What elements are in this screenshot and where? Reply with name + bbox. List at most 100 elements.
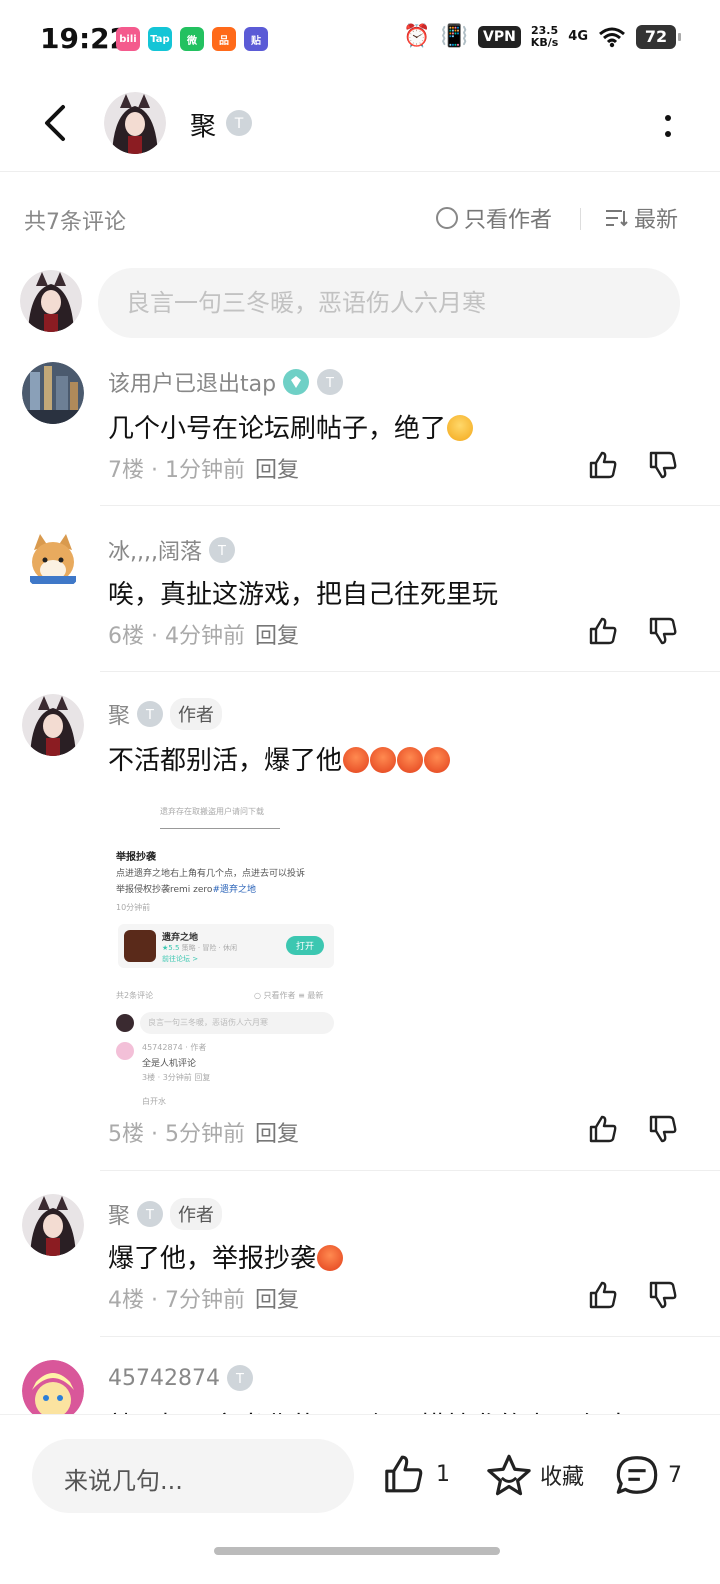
- avatar[interactable]: [22, 530, 84, 592]
- like-button[interactable]: [586, 1112, 620, 1146]
- avatar[interactable]: [22, 694, 84, 756]
- embedded-user: 45742874 · 作者: [142, 1043, 207, 1052]
- level-badge-icon: T: [317, 369, 344, 395]
- dislike-button[interactable]: [646, 448, 680, 482]
- star-icon: [487, 1454, 531, 1496]
- avatar[interactable]: [104, 92, 166, 154]
- emoji-icon: [447, 415, 474, 441]
- sort-button[interactable]: 最新: [604, 202, 678, 234]
- embedded-input: 良言一句三冬暖，恶语伤人六月寒: [140, 1012, 334, 1034]
- comment-text: 唉，真扯这游戏，把自己往死里玩: [108, 580, 499, 610]
- embedded-filter: ○ 只看作者 ≡ 最新: [254, 991, 324, 1000]
- vibrate-icon: 📳: [440, 24, 468, 49]
- dislike-button[interactable]: [646, 1278, 680, 1312]
- thumbs-down-icon: [649, 451, 677, 479]
- comment-count: 共7条评论: [24, 210, 126, 235]
- bottom-comment-input[interactable]: 来说几句...: [32, 1439, 354, 1513]
- thumbs-up-icon: [589, 617, 617, 645]
- svg-text:T: T: [217, 544, 226, 559]
- level-badge-icon: T: [208, 537, 235, 563]
- page-title: 聚: [190, 112, 217, 142]
- wechat-icon: 微: [180, 27, 204, 51]
- embedded-open-button: 打开: [285, 936, 324, 955]
- my-avatar: [20, 270, 82, 332]
- reply-button[interactable]: 回复: [255, 458, 299, 483]
- like-post-button[interactable]: 1: [382, 1453, 450, 1495]
- comment-meta: 5楼 · 5分钟前 回复: [108, 1122, 299, 1147]
- home-indicator[interactable]: [214, 1547, 500, 1555]
- radio-icon: [436, 207, 458, 229]
- comment-input[interactable]: [98, 268, 680, 338]
- comment-text: 不活都别活，爆了他: [108, 740, 451, 777]
- like-button[interactable]: [586, 1278, 620, 1312]
- avatar[interactable]: [22, 1194, 84, 1256]
- username[interactable]: 聚: [108, 698, 130, 730]
- username[interactable]: 45742874: [108, 1366, 220, 1391]
- only-author-filter[interactable]: 只看作者: [436, 202, 552, 234]
- level-badge-icon: T: [226, 110, 252, 136]
- comment-icon: [616, 1456, 658, 1494]
- username[interactable]: 冰,,,,阔落: [108, 534, 202, 566]
- svg-text:T: T: [145, 1208, 154, 1223]
- sort-label: 最新: [634, 208, 679, 233]
- like-button[interactable]: [586, 614, 620, 648]
- divider: [100, 505, 720, 506]
- comment-meta: 4楼 · 7分钟前 回复: [108, 1288, 299, 1313]
- favorite-button[interactable]: 收藏: [486, 1453, 584, 1497]
- dislike-button[interactable]: [646, 614, 680, 648]
- divider: [580, 208, 581, 230]
- level-badge-icon: T: [137, 1201, 164, 1227]
- username[interactable]: 聚: [108, 1198, 130, 1230]
- divider: [100, 1336, 720, 1337]
- status-bar: 19:22 bili Tap 微 品 贴 ⏰ 📳 VPN 23.5 KB/s 4…: [0, 0, 720, 78]
- dislike-button[interactable]: [646, 1112, 680, 1146]
- sort-icon: [606, 210, 628, 227]
- angry-emoji-icon: [370, 747, 397, 773]
- username[interactable]: 该用户已退出tap: [108, 366, 276, 398]
- avatar[interactable]: [22, 362, 84, 424]
- top-nav: 聚 T: [0, 78, 720, 172]
- avatar: [116, 1014, 134, 1032]
- comment-meta: 6楼 · 4分钟前 回复: [108, 624, 299, 649]
- network-speed: 23.5 KB/s: [530, 23, 559, 49]
- app-icon-orange: 品: [212, 27, 236, 51]
- divider: [160, 828, 280, 829]
- embedded-comment: 全是人机评论: [142, 1059, 197, 1069]
- like-button[interactable]: [586, 448, 620, 482]
- divider: [100, 671, 720, 672]
- thumbs-up-icon: [589, 1281, 617, 1309]
- taptap-icon: Tap: [148, 27, 172, 51]
- more-options-button[interactable]: [656, 108, 680, 144]
- back-button[interactable]: [34, 100, 74, 146]
- bilibili-icon: bili: [116, 27, 140, 51]
- bottom-action-bar: 来说几句... 1 收藏 7: [0, 1414, 720, 1584]
- level-badge-icon: T: [226, 1365, 253, 1391]
- comment-image[interactable]: 遗弃存在取搬盗用户请问下载 举报抄袭 点进遗弃之地右上角有几个点，点进去可以投诉…: [110, 784, 346, 1108]
- like-count: 1: [436, 1461, 450, 1487]
- game-icon: [124, 930, 156, 962]
- embedded-time: 10分钟前: [116, 903, 151, 912]
- embedded-line: 遗弃存在取搬盗用户请问下载: [160, 807, 264, 816]
- tieba-icon: 贴: [244, 27, 268, 51]
- level-badge-icon: T: [137, 701, 164, 727]
- angry-emoji-icon: [343, 747, 370, 773]
- thumbs-down-icon: [649, 1281, 677, 1309]
- svg-text:T: T: [145, 708, 154, 723]
- reply-button[interactable]: 回复: [255, 624, 299, 649]
- notification-icons: bili Tap 微 品 贴: [116, 27, 268, 51]
- embedded-title: 举报抄袭: [116, 852, 156, 863]
- vpn-icon: VPN: [477, 25, 521, 48]
- embedded-count: 共2条评论: [116, 991, 154, 1000]
- comment-text: 几个小号在论坛刷帖子，绝了: [108, 408, 474, 445]
- badge-icon: [283, 369, 310, 395]
- comments-button[interactable]: 7: [614, 1453, 682, 1497]
- author-tag: 作者: [170, 698, 223, 730]
- signal-icon: 4G: [568, 28, 588, 44]
- reply-button[interactable]: 回复: [255, 1122, 299, 1147]
- wifi-icon: [599, 27, 625, 47]
- battery-icon: 72: [636, 24, 681, 49]
- avatar[interactable]: [22, 1360, 84, 1422]
- comment-meta: 7楼 · 1分钟前 回复: [108, 458, 299, 483]
- svg-text:T: T: [234, 116, 244, 132]
- reply-button[interactable]: 回复: [255, 1288, 299, 1313]
